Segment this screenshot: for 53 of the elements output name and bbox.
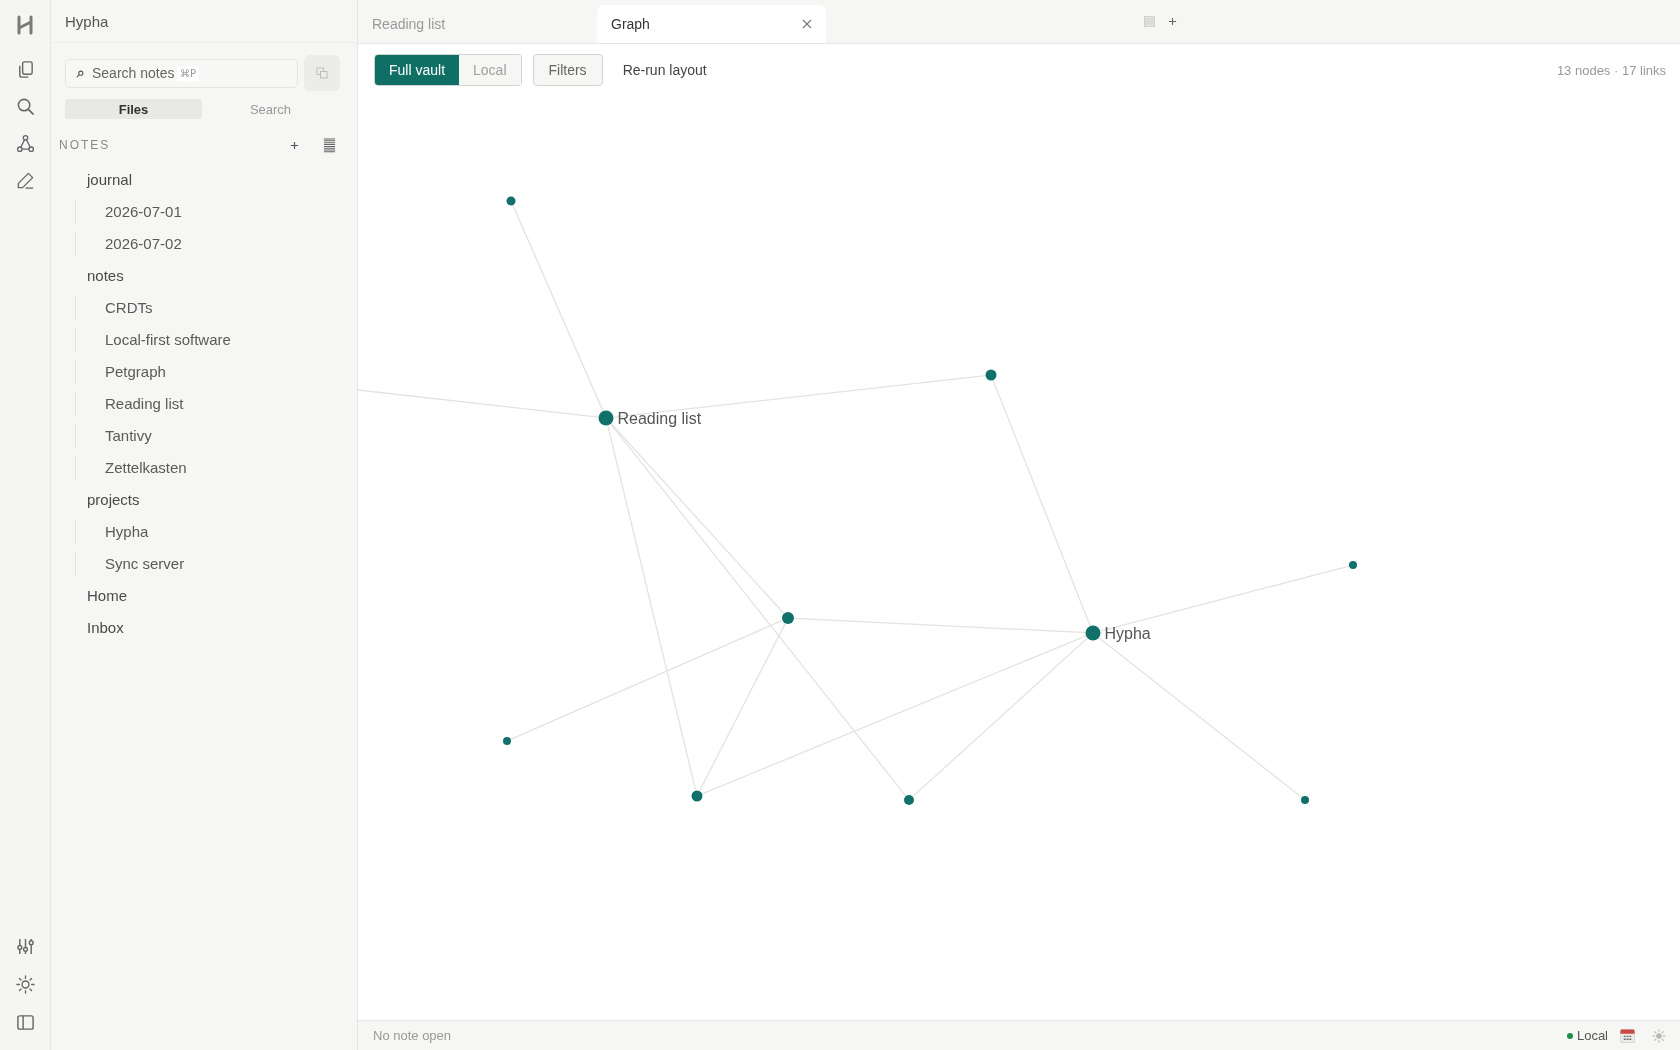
tree-item[interactable]: Home xyxy=(51,584,357,608)
graph-node[interactable] xyxy=(691,790,703,802)
graph-node[interactable] xyxy=(1301,796,1309,804)
node-label: Hypha xyxy=(1104,624,1151,642)
close-icon[interactable] xyxy=(802,19,812,29)
stacked-squares-icon xyxy=(316,67,328,79)
node-label: Reading list xyxy=(617,409,702,427)
tree-item[interactable]: notes xyxy=(51,264,357,288)
tree-item[interactable]: Petgraph xyxy=(105,363,166,380)
rerun-layout-button[interactable]: Re-run layout xyxy=(612,56,717,84)
tree-item[interactable]: Sync server xyxy=(105,555,185,572)
vault-title: Hypha xyxy=(65,12,109,30)
sidebar-toggle-icon[interactable] xyxy=(15,1013,35,1032)
graph-node[interactable] xyxy=(1085,625,1101,641)
scope-option[interactable]: Full vault xyxy=(375,55,460,85)
section-heading: NOTES xyxy=(59,138,111,152)
tree-item[interactable]: Inbox xyxy=(51,616,357,640)
graph-node[interactable] xyxy=(904,795,914,805)
tree-item[interactable]: 2026-07-02 xyxy=(105,235,182,252)
graph-node[interactable] xyxy=(782,612,794,624)
tree-item[interactable]: Reading list xyxy=(105,395,184,412)
list-icon[interactable] xyxy=(323,137,336,153)
list-tile-icon[interactable] xyxy=(1144,15,1155,27)
tree-item[interactable]: projects xyxy=(51,488,357,512)
tree-item[interactable]: Hypha xyxy=(105,523,149,540)
tree-item[interactable]: 2026-07-01 xyxy=(105,203,182,220)
calendar-icon[interactable] xyxy=(1620,1028,1635,1043)
graph-icon[interactable] xyxy=(15,134,35,153)
tab[interactable]: Graph xyxy=(597,5,826,43)
sliders-icon[interactable] xyxy=(15,937,35,956)
graph-node[interactable] xyxy=(598,410,614,426)
sidebar-tab[interactable]: Files xyxy=(65,99,202,119)
status-message: No note open xyxy=(373,1028,452,1043)
search-icon[interactable] xyxy=(15,97,35,116)
sync-status: Local xyxy=(1576,1028,1608,1043)
logo-icon xyxy=(16,15,34,35)
tree-item[interactable]: Tantivy xyxy=(105,427,152,444)
search-icon xyxy=(76,69,84,78)
plus-icon[interactable] xyxy=(290,140,299,150)
graph-stats: 13 nodes · 17 links xyxy=(1556,62,1666,78)
tree-item[interactable]: Zettelkasten xyxy=(105,459,187,476)
graph-node[interactable] xyxy=(985,369,997,381)
tree-item[interactable]: journal xyxy=(51,168,357,192)
plus-icon[interactable] xyxy=(1168,16,1177,26)
sun-icon[interactable] xyxy=(15,975,35,994)
tree-item[interactable]: CRDTs xyxy=(105,299,153,316)
tree-item[interactable]: Local-first software xyxy=(105,331,231,348)
status-dot-icon xyxy=(1566,1032,1573,1039)
graph-node[interactable] xyxy=(503,737,511,745)
pencil-icon[interactable] xyxy=(15,171,35,190)
graph-node[interactable] xyxy=(1349,561,1357,569)
graph-node[interactable] xyxy=(506,196,516,206)
filters-button[interactable]: Filters xyxy=(532,54,603,86)
